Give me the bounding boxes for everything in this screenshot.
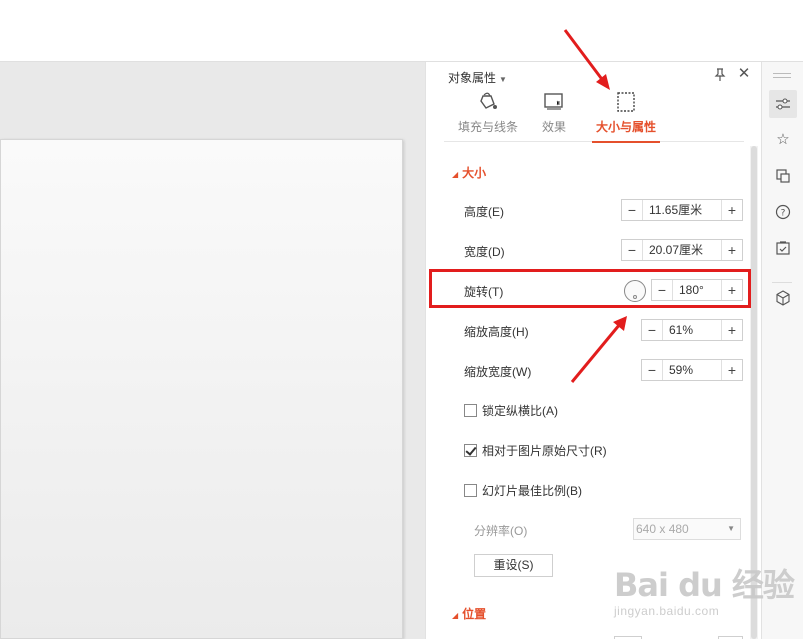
pin-icon[interactable] (713, 68, 727, 82)
relative-original-checkbox[interactable] (464, 444, 477, 457)
collapse-triangle-icon: ◢ (452, 611, 459, 620)
close-icon[interactable]: ✕ (737, 66, 751, 81)
height-value[interactable]: 11.65厘米 (642, 200, 722, 220)
property-sliders-icon[interactable] (769, 90, 797, 118)
active-tab-indicator (592, 141, 660, 143)
width-stepper[interactable]: − 20.07厘米 + (621, 239, 743, 261)
tab-effects[interactable]: 效果 (536, 92, 572, 142)
scrollbar-thumb[interactable] (751, 146, 757, 639)
decrement-button[interactable]: − (652, 280, 672, 300)
tab-label: 填充与线条 (457, 120, 518, 134)
decrement-button[interactable]: − (642, 320, 662, 340)
top-toolbar (0, 0, 803, 62)
svg-text:?: ? (781, 209, 786, 219)
decrement-button[interactable]: − (622, 240, 642, 260)
relative-original-label: 相对于图片原始尺寸(R) (482, 444, 607, 458)
grip-icon[interactable] (773, 73, 791, 78)
size-properties-icon (617, 92, 635, 112)
object-properties-panel: 对象属性 ▼ ✕ 填充与线条 效果 大小与属性 ◢ 大小 高度(E) − 11.65… (425, 62, 761, 639)
tab-fill-line[interactable]: 填充与线条 (456, 92, 520, 142)
scale-width-label: 缩放宽度(W) (464, 365, 532, 379)
sidebar-divider (772, 282, 792, 283)
lock-aspect-label: 锁定纵横比(A) (482, 404, 558, 418)
panel-title-text: 对象属性 (448, 71, 497, 85)
slide-best-ratio-checkbox-row[interactable]: 幻灯片最佳比例(B) (464, 482, 582, 499)
rotation-label: 旋转(T) (464, 285, 504, 299)
scale-height-value[interactable]: 61% (662, 320, 722, 340)
relative-original-checkbox-row[interactable]: 相对于图片原始尺寸(R) (464, 442, 607, 459)
resolution-select[interactable]: 640 x 480 ▼ (633, 518, 741, 540)
slide-page[interactable] (0, 139, 403, 639)
panel-scrollbar[interactable] (750, 146, 758, 639)
slide-best-ratio-checkbox[interactable] (464, 484, 477, 497)
chevron-down-icon: ▼ (727, 524, 735, 533)
chevron-down-icon: ▼ (499, 75, 507, 84)
slide-canvas (0, 62, 425, 639)
rotation-dial[interactable] (624, 280, 646, 302)
increment-button[interactable]: + (722, 360, 742, 380)
reset-button[interactable]: 重设(S) (474, 554, 553, 577)
panel-tabs: 填充与线条 效果 大小与属性 (444, 92, 744, 143)
cube-icon[interactable] (769, 284, 797, 312)
increment-button[interactable]: + (722, 320, 742, 340)
width-label: 宽度(D) (464, 245, 505, 259)
scale-width-value[interactable]: 59% (662, 360, 722, 380)
rotation-stepper[interactable]: − 180° + (651, 279, 743, 301)
star-pin-icon[interactable]: ☆ (769, 126, 797, 154)
dial-handle[interactable] (633, 295, 637, 299)
increment-button[interactable]: + (722, 200, 742, 220)
height-stepper[interactable]: − 11.65厘米 + (621, 199, 743, 221)
scale-width-stepper[interactable]: − 59% + (641, 359, 743, 381)
decrement-button[interactable]: − (622, 200, 642, 220)
increment-button[interactable]: + (722, 240, 742, 260)
size-section-title: 大小 (462, 166, 487, 180)
resolution-value: 640 x 480 (636, 522, 689, 536)
position-section-header[interactable]: ◢ 位置 (452, 605, 486, 622)
increment-button[interactable]: + (722, 280, 742, 300)
tab-label: 效果 (541, 120, 566, 134)
height-label: 高度(E) (464, 205, 504, 219)
tab-label: 大小与属性 (596, 120, 657, 134)
fill-bucket-icon (480, 92, 497, 109)
collapse-triangle-icon: ◢ (452, 170, 459, 179)
slide-best-ratio-label: 幻灯片最佳比例(B) (482, 484, 582, 498)
scale-height-label: 缩放高度(H) (464, 325, 529, 339)
width-value[interactable]: 20.07厘米 (642, 240, 722, 260)
decrement-button[interactable]: − (642, 360, 662, 380)
clipboard-check-icon[interactable] (769, 234, 797, 262)
tab-size-properties[interactable]: 大小与属性 (592, 92, 660, 143)
rotation-value[interactable]: 180° (672, 280, 722, 300)
right-sidebar: ☆ ? (761, 62, 803, 639)
effects-icon (544, 93, 563, 110)
position-section-title: 位置 (462, 607, 487, 621)
size-section-header[interactable]: ◢ 大小 (452, 164, 486, 181)
help-icon[interactable]: ? (769, 198, 797, 226)
resolution-label: 分辨率(O) (474, 524, 528, 538)
scale-height-stepper[interactable]: − 61% + (641, 319, 743, 341)
lock-aspect-checkbox[interactable] (464, 404, 477, 417)
copy-format-icon[interactable] (769, 162, 797, 190)
panel-title[interactable]: 对象属性 ▼ (448, 69, 507, 86)
lock-aspect-checkbox-row[interactable]: 锁定纵横比(A) (464, 402, 558, 419)
